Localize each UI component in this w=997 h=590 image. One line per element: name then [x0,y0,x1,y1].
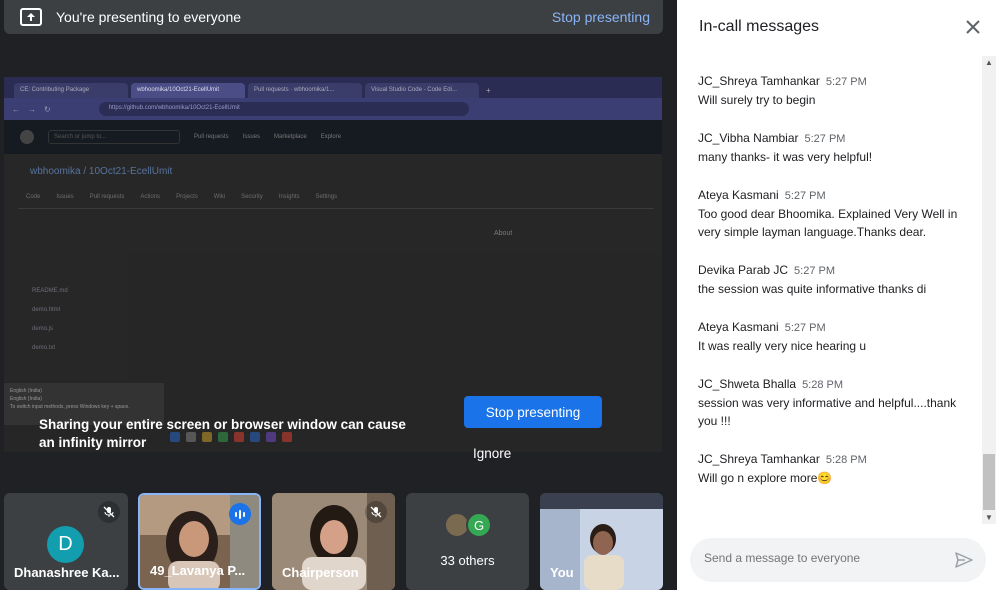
message-text: many thanks- it was very helpful! [698,150,873,164]
browser-tab: Pull requests · wbhoomika/1... [248,83,362,98]
message-scrollbar[interactable]: ▲ ▼ [982,56,996,524]
file-row: demo.js [32,326,54,332]
repo-tab: Pull requests [89,194,125,200]
message-time: 5:27 PM [784,190,826,202]
scroll-down-icon[interactable]: ▼ [985,513,993,522]
address-bar: ← → ↻ https://github.com/wbhoomika/10Oct… [4,98,662,120]
github-search: Search or jump to... [48,130,180,144]
scroll-up-icon[interactable]: ▲ [985,58,993,67]
sender-name: Devika Parab JC [698,263,789,277]
sender-name: Ateya Kasmani [698,320,779,334]
repo-tab: Projects [176,194,198,200]
others-tile[interactable]: G 33 others [406,493,529,590]
stop-presenting-link[interactable]: Stop presenting [552,9,650,25]
repo-tab: Wiki [213,194,226,200]
tooltip-line: To switch input methods, press Windows k… [10,404,130,410]
participant-tile[interactable]: D Dhanashree Ka... [4,493,128,590]
presenting-title: You're presenting to everyone [56,9,242,25]
chat-message: JC_Shweta Bhalla 5:28 PM session was very… [698,377,968,430]
repo-tab: Issues [56,194,74,200]
others-count: 33 others [440,553,495,568]
gh-nav-item: Pull requests [194,134,229,140]
tooltip-line: English (India) [10,396,42,402]
browser-tab: wbhoomika/10Oct21-EcellUmit [131,83,245,98]
repo-tab: Settings [315,194,338,200]
close-icon[interactable] [963,17,983,37]
gh-nav-item: Marketplace [274,134,307,140]
sender-name: Ateya Kasmani [698,188,779,202]
chat-message: JC_Shreya Tamhankar 5:28 PM Will go n exp… [698,452,968,487]
message-input[interactable] [704,551,944,565]
message-composer [690,538,986,582]
divider [18,208,654,209]
sender-name: JC_Shreya Tamhankar [698,452,820,466]
message-list: JC_Shreya Tamhankar 5:27 PM Will surely t… [698,74,968,509]
message-text: Will go n explore more😊 [698,471,833,485]
message-time: 5:27 PM [794,265,836,277]
browser-tab: Visual Studio Code - Code Edi... [365,83,479,98]
repo-tabs: Code Issues Pull requests Actions Projec… [26,194,337,200]
participant-name: You [550,565,574,580]
self-tile[interactable]: You [540,493,663,590]
repo-tab: Code [26,194,41,200]
infinity-mirror-warning: Sharing your entire screen or browser wi… [39,417,406,450]
ignore-button[interactable]: Ignore [473,446,511,461]
chat-message: Ateya Kasmani 5:27 PM It was really very … [698,320,968,355]
file-row: README.md [32,288,68,294]
chat-message: Devika Parab JC 5:27 PM the session was q… [698,263,968,298]
speaking-indicator-icon [229,503,251,525]
browser-tab-strip: CE: Contributing Package wbhoomika/10Oct… [4,77,662,98]
chat-message: JC_Shreya Tamhankar 5:27 PM Will surely t… [698,74,968,109]
chat-message: Ateya Kasmani 5:27 PM Too good dear Bhoom… [698,188,968,241]
participant-name: 49_Lavanya P... [150,563,246,578]
repo-tab: Insights [278,194,300,200]
mic-off-icon [98,501,120,523]
message-time: 5:28 PM [802,379,844,391]
sender-name: JC_Shreya Tamhankar [698,74,820,88]
browser-tab: CE: Contributing Package [14,83,128,98]
stop-presenting-button[interactable]: Stop presenting [464,396,602,428]
participant-name: Dhanashree Ka... [14,565,120,580]
forward-icon: → [28,104,36,114]
tooltip-line: English (India) [10,388,42,394]
scrollbar-thumb[interactable] [983,454,995,510]
back-icon: ← [12,104,20,114]
message-text: session was very informative and helpful… [698,396,957,428]
sender-name: JC_Vibha Nambiar [698,131,799,145]
github-logo-icon [20,130,34,144]
message-time: 5:27 PM [804,133,846,145]
gh-nav-item: Issues [242,134,261,140]
message-text: Too good dear Bhoomika. Explained Very W… [698,207,958,239]
participant-name: Chairperson [282,565,359,580]
mic-off-icon [365,501,387,523]
gh-nav-item: Explore [320,134,342,140]
repo-tab: Security [241,194,263,200]
present-screen-icon [20,8,42,26]
message-time: 5:27 PM [825,76,867,88]
send-icon[interactable] [954,550,974,570]
about-heading: About [494,230,513,237]
url-field: https://github.com/wbhoomika/10Oct21-Ece… [98,102,469,116]
repo-tab: Actions [140,194,161,200]
file-row: demo.html [32,307,61,313]
reload-icon: ↻ [44,104,51,114]
participant-tile-active-speaker[interactable]: 49_Lavanya P... [138,493,261,590]
in-call-messages-panel: In-call messages JC_Shreya Tamhankar 5:27… [677,0,997,590]
presenting-banner: You're presenting to everyone Stop prese… [4,0,663,34]
file-row: demo.txt [32,345,56,351]
sender-name: JC_Shweta Bhalla [698,377,797,391]
message-text: the session was quite informative thanks… [698,282,927,296]
avatar: G [466,512,492,538]
github-header: Search or jump to... Pull requests Issue… [4,120,662,154]
message-time: 5:28 PM [825,454,867,466]
panel-title: In-call messages [699,18,820,35]
chat-message: JC_Vibha Nambiar 5:27 PM many thanks- it … [698,131,968,166]
avatar: D [47,526,84,563]
message-text: It was really very nice hearing u [698,339,867,353]
new-tab-icon: + [486,86,491,95]
repo-title: wbhoomika / 10Oct21-EcellUmit [30,166,173,177]
participant-tile[interactable]: Chairperson [272,493,395,590]
message-time: 5:27 PM [784,322,826,334]
message-text: Will surely try to begin [698,93,816,107]
